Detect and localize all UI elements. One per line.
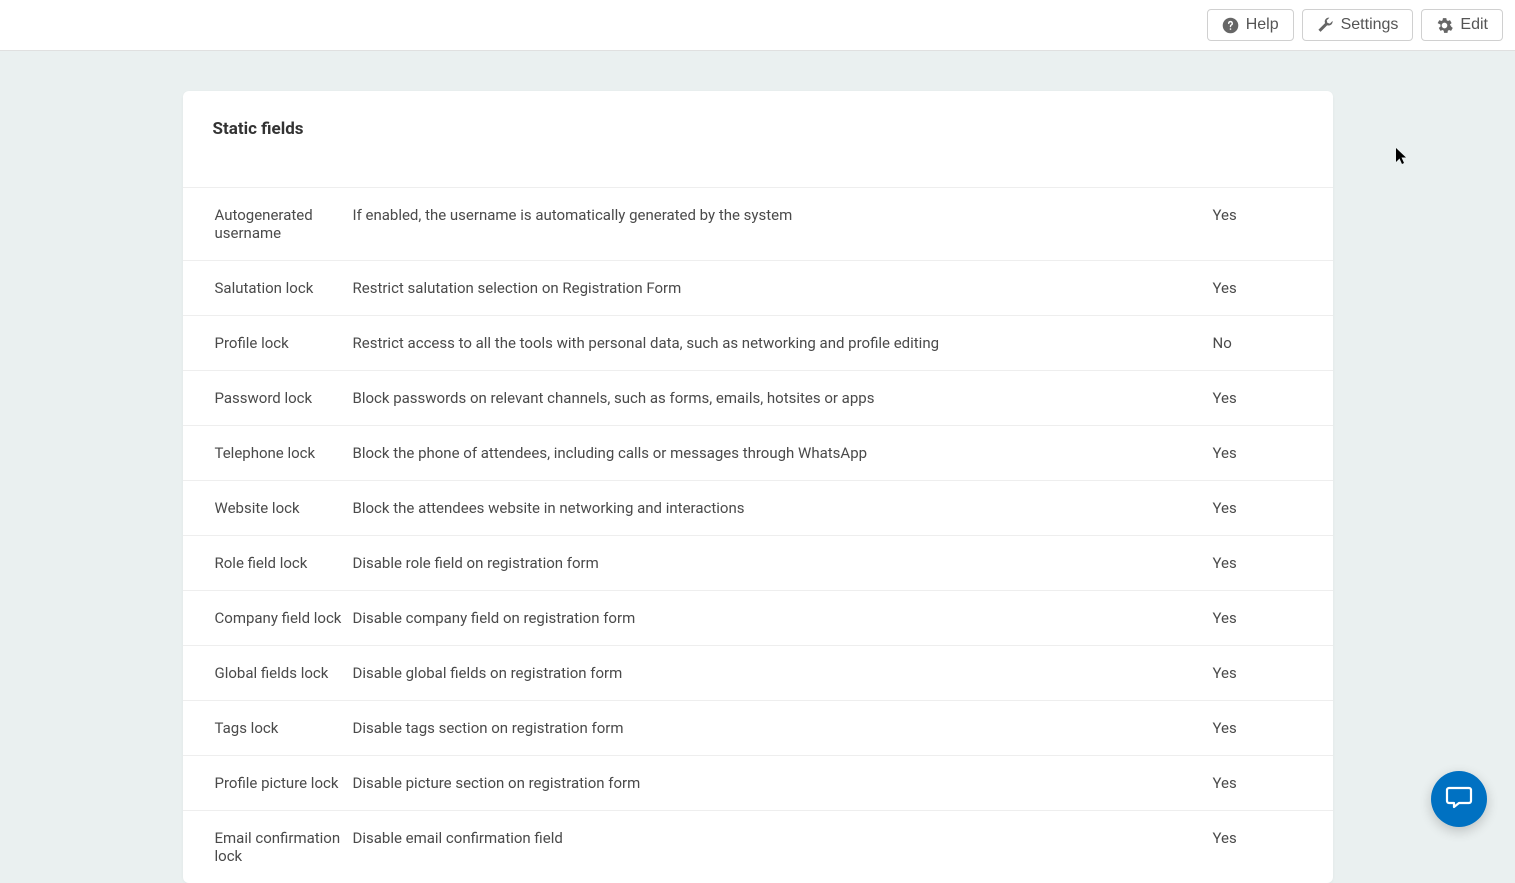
field-value: Yes [1213,371,1333,426]
card-title: Static fields [213,119,1303,139]
field-name: Autogenerated username [183,188,353,261]
field-description: Block the phone of attendees, including … [353,426,1213,481]
field-value: Yes [1213,701,1333,756]
field-name: Website lock [183,481,353,536]
edit-button-label: Edit [1460,16,1488,34]
table-row: Salutation lockRestrict salutation selec… [183,261,1333,316]
help-button-label: Help [1246,16,1279,34]
field-value: No [1213,316,1333,371]
field-name: Profile picture lock [183,756,353,811]
field-description: Disable picture section on registration … [353,756,1213,811]
field-name: Salutation lock [183,261,353,316]
field-description: Disable role field on registration form [353,536,1213,591]
table-row: Tags lockDisable tags section on registr… [183,701,1333,756]
content: Static fields Autogenerated usernameIf e… [0,51,1515,883]
field-value: Yes [1213,481,1333,536]
field-description: Disable tags section on registration for… [353,701,1213,756]
field-description: Disable global fields on registration fo… [353,646,1213,701]
toolbar: Help Settings Edit [0,0,1515,51]
table-row: Telephone lockBlock the phone of attende… [183,426,1333,481]
table-row: Company field lockDisable company field … [183,591,1333,646]
field-value: Yes [1213,646,1333,701]
field-value: Yes [1213,261,1333,316]
chat-launcher-button[interactable] [1431,771,1487,827]
field-description: Block passwords on relevant channels, su… [353,371,1213,426]
field-description: Block the attendees website in networkin… [353,481,1213,536]
table-row: Website lockBlock the attendees website … [183,481,1333,536]
settings-button-label: Settings [1341,16,1399,34]
settings-button[interactable]: Settings [1302,9,1414,41]
field-name: Global fields lock [183,646,353,701]
table-row: Global fields lockDisable global fields … [183,646,1333,701]
table-row: Profile picture lockDisable picture sect… [183,756,1333,811]
table-row: Role field lockDisable role field on reg… [183,536,1333,591]
field-value: Yes [1213,188,1333,261]
field-name: Password lock [183,371,353,426]
static-fields-card: Static fields Autogenerated usernameIf e… [183,91,1333,883]
field-value: Yes [1213,756,1333,811]
field-value: Yes [1213,536,1333,591]
field-description: If enabled, the username is automaticall… [353,188,1213,261]
help-icon [1222,17,1239,34]
field-name: Company field lock [183,591,353,646]
wrench-icon [1317,17,1334,34]
help-button[interactable]: Help [1207,9,1294,41]
edit-button[interactable]: Edit [1421,9,1503,41]
table-row: Autogenerated usernameIf enabled, the us… [183,188,1333,261]
field-name: Profile lock [183,316,353,371]
card-header: Static fields [183,91,1333,187]
field-name: Role field lock [183,536,353,591]
field-description: Restrict salutation selection on Registr… [353,261,1213,316]
field-value: Yes [1213,426,1333,481]
field-value: Yes [1213,591,1333,646]
field-description: Restrict access to all the tools with pe… [353,316,1213,371]
field-description: Disable company field on registration fo… [353,591,1213,646]
field-name: Telephone lock [183,426,353,481]
table-row: Profile lockRestrict access to all the t… [183,316,1333,371]
table-row: Password lockBlock passwords on relevant… [183,371,1333,426]
field-name: Tags lock [183,701,353,756]
chat-icon [1445,783,1473,815]
fields-table: Autogenerated usernameIf enabled, the us… [183,187,1333,883]
gear-icon [1436,17,1453,34]
